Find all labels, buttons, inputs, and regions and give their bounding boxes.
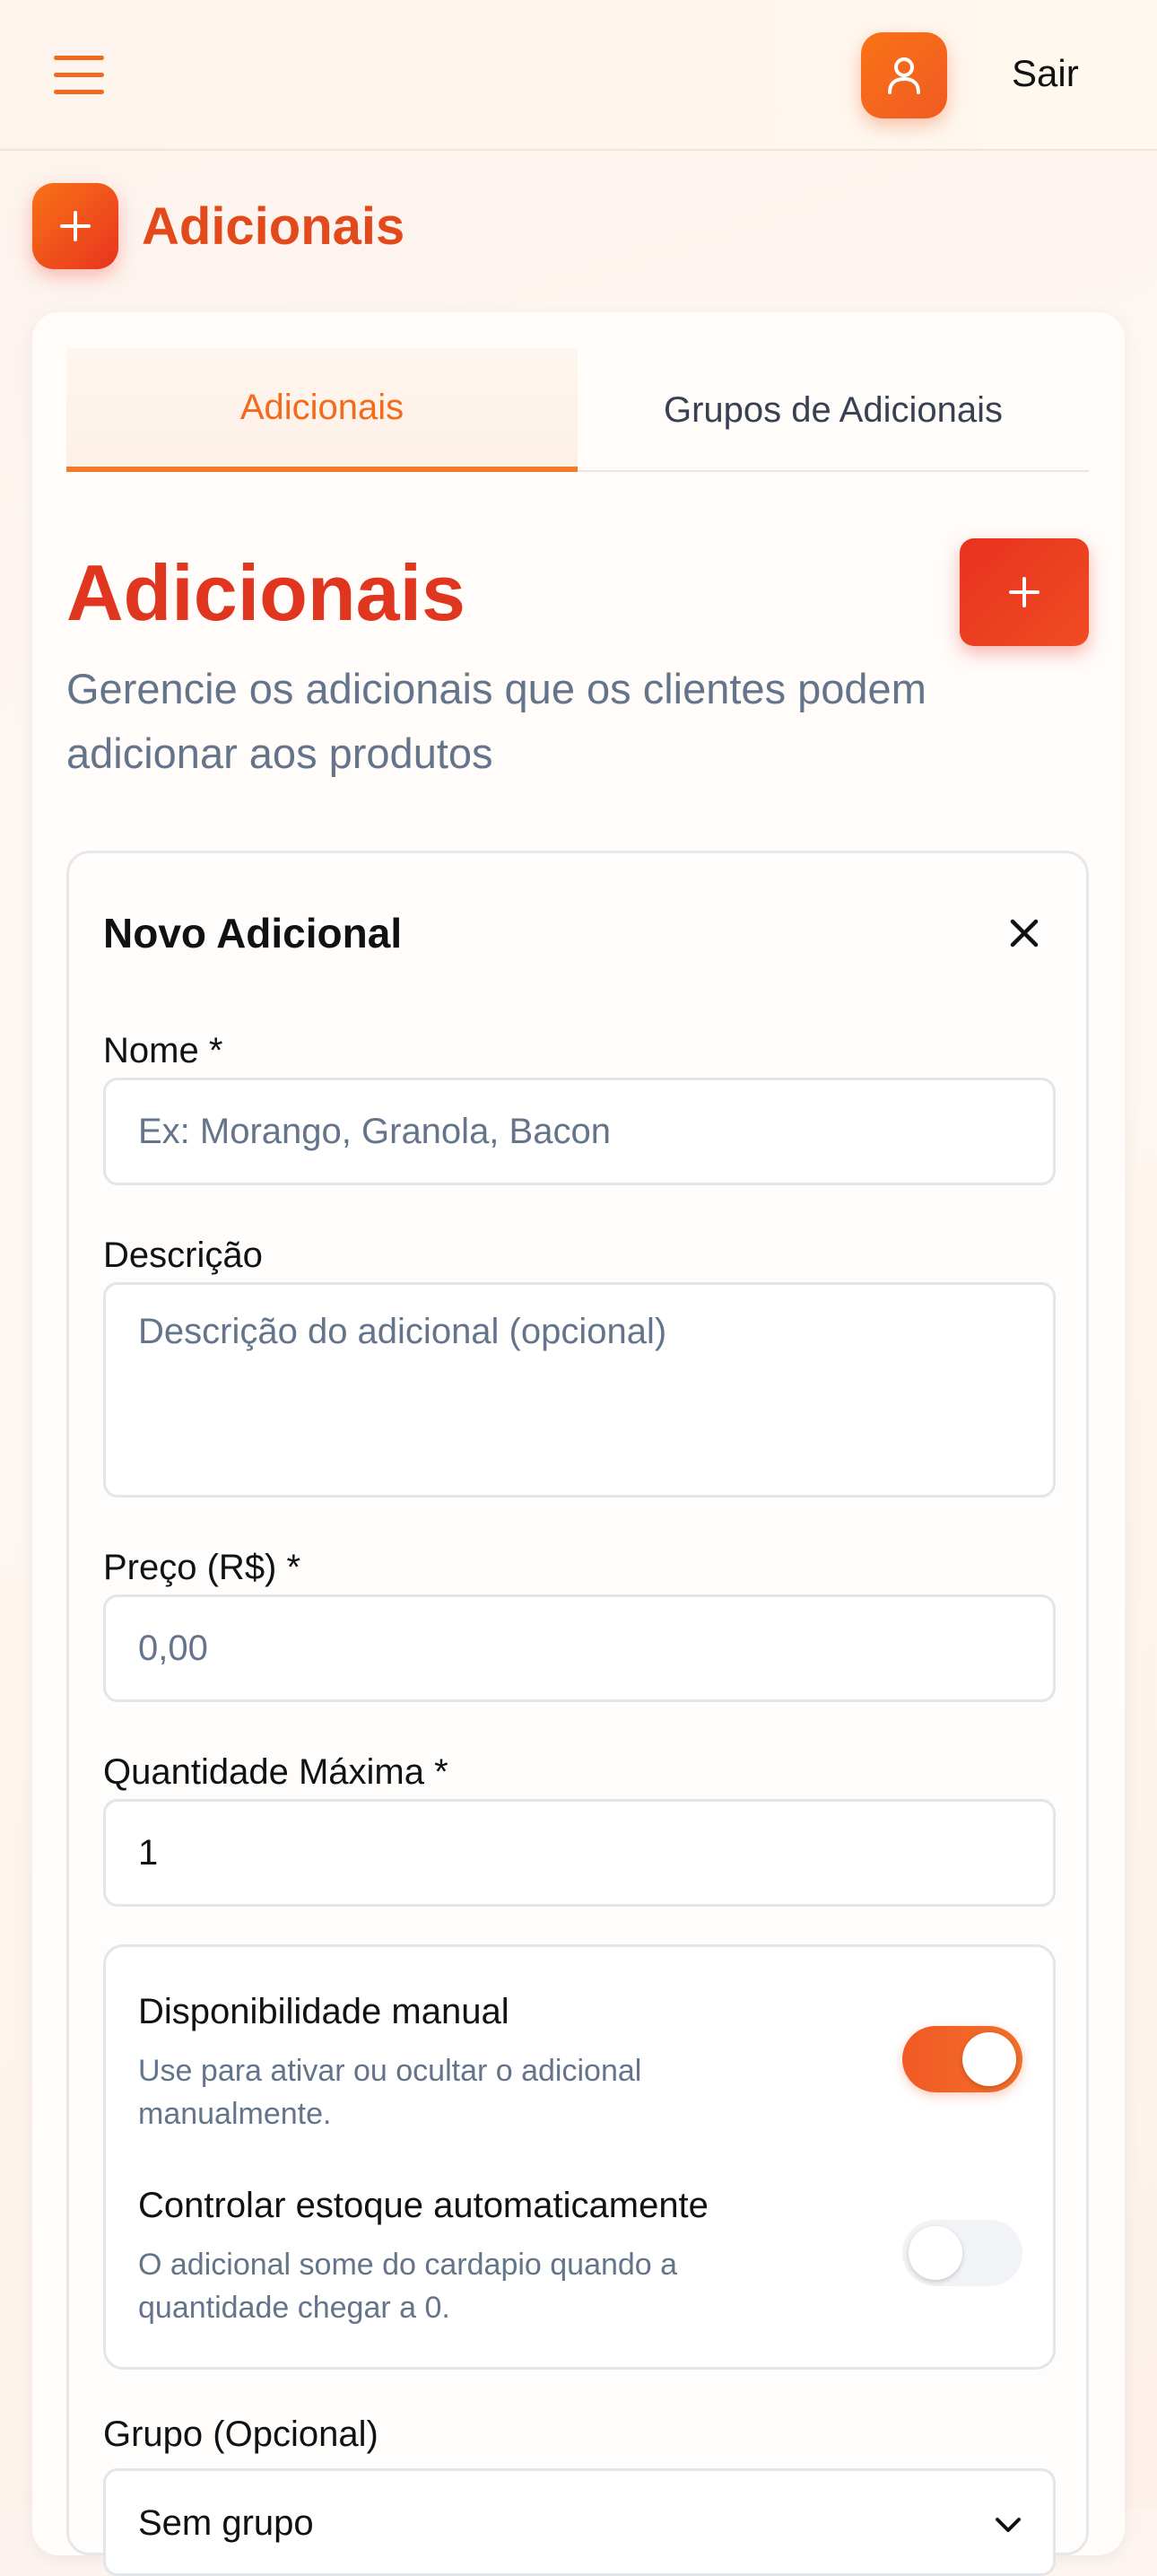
tabs: Adicionais Grupos de Adicionais	[66, 348, 1089, 472]
main-card: Adicionais Grupos de Adicionais Adiciona…	[32, 312, 1125, 2576]
manual-availability-desc: Use para ativar ou ocultar o adicional m…	[138, 2054, 642, 2131]
description-placeholder: Descrição do adicional (opcional)	[138, 1312, 667, 1351]
name-label: Nome *	[103, 1031, 223, 1070]
max-qty-value: 1	[138, 1832, 159, 1873]
group-select-value: Sem grupo	[138, 2503, 314, 2543]
new-addon-form: Novo Adicional Nome * Ex: Morango, Grano…	[66, 851, 1089, 2576]
description-textarea[interactable]: Descrição do adicional (opcional)	[103, 1282, 1056, 1498]
tab-adicionais[interactable]: Adicionais	[66, 348, 578, 472]
auto-stock-title: Controlar estoque automaticamente	[138, 2186, 709, 2225]
add-button[interactable]	[960, 538, 1089, 646]
max-qty-label: Quantidade Máxima *	[103, 1752, 448, 1792]
availability-panel: Disponibilidade manual Use para ativar o…	[103, 1944, 1056, 2370]
section-subtitle: Gerencie os adicionais que os clientes p…	[66, 665, 926, 777]
section-title: Adicionais	[66, 548, 465, 637]
manual-availability-toggle[interactable]	[902, 2026, 1022, 2092]
form-title: Novo Adicional	[103, 910, 403, 956]
price-label: Preço (R$) *	[103, 1548, 301, 1587]
description-label: Descrição	[103, 1236, 263, 1275]
user-icon	[888, 57, 920, 94]
price-placeholder: 0,00	[138, 1628, 208, 1668]
auto-stock-toggle[interactable]	[902, 2220, 1022, 2286]
group-select[interactable]: Sem grupo	[103, 2468, 1056, 2576]
user-button[interactable]	[861, 32, 947, 118]
plus-icon[interactable]	[32, 183, 118, 269]
top-bar: Sair	[0, 0, 1157, 151]
page-header: Adicionais	[32, 183, 405, 269]
price-input[interactable]: 0,00	[103, 1594, 1056, 1702]
name-input[interactable]: Ex: Morango, Granola, Bacon	[103, 1078, 1056, 1185]
group-label: Grupo (Opcional)	[103, 2414, 378, 2454]
manual-availability-title: Disponibilidade manual	[138, 1992, 509, 2031]
auto-stock-desc: O adicional some do cardapio quando a qu…	[138, 2248, 678, 2325]
page-title: Adicionais	[142, 196, 405, 256]
tab-grupos-de-adicionais[interactable]: Grupos de Adicionais	[578, 348, 1089, 472]
logout-button[interactable]: Sair	[1012, 52, 1079, 95]
plus-icon	[1009, 577, 1040, 607]
close-icon[interactable]	[1002, 911, 1047, 956]
max-qty-input[interactable]: 1	[103, 1799, 1056, 1907]
chevron-down-icon	[996, 2518, 1021, 2532]
name-placeholder: Ex: Morango, Granola, Bacon	[138, 1111, 611, 1151]
menu-icon[interactable]	[54, 56, 104, 95]
